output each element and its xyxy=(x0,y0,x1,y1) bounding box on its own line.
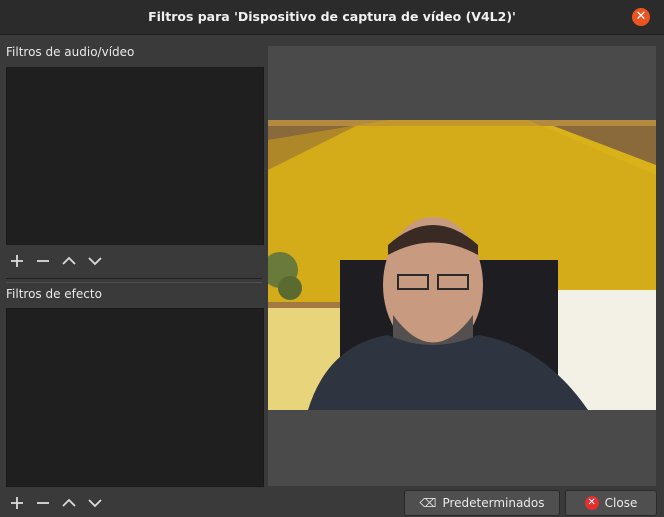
remove-audio-video-filter-button[interactable] xyxy=(32,250,54,272)
defaults-button[interactable]: ⌫ Predeterminados xyxy=(404,490,560,516)
close-button-label: Close xyxy=(604,496,638,510)
move-down-effect-filter-button[interactable] xyxy=(84,492,106,514)
title-bar: Filtros para 'Dispositivo de captura de … xyxy=(0,0,664,35)
close-button[interactable]: ✕ Close xyxy=(565,490,657,516)
chevron-down-icon xyxy=(88,499,102,508)
move-down-audio-video-filter-button[interactable] xyxy=(84,250,106,272)
effect-filters-list[interactable] xyxy=(6,308,264,487)
webcam-preview-image xyxy=(268,120,656,410)
chevron-down-icon xyxy=(88,257,102,266)
chevron-up-icon xyxy=(62,256,76,265)
effect-toolbar xyxy=(6,492,106,514)
chevron-up-icon xyxy=(62,498,76,507)
clear-icon: ⌫ xyxy=(419,496,437,510)
window-title: Filtros para 'Dispositivo de captura de … xyxy=(148,9,516,24)
video-preview-area xyxy=(268,46,656,486)
plus-icon xyxy=(11,497,23,509)
defaults-button-label: Predeterminados xyxy=(442,496,545,510)
add-effect-filter-button[interactable] xyxy=(6,492,28,514)
plus-icon xyxy=(11,255,23,267)
audio-video-toolbar xyxy=(6,250,106,272)
audio-video-filters-label: Filtros de audio/vídeo xyxy=(6,45,135,59)
panel-splitter[interactable] xyxy=(6,278,262,283)
remove-effect-filter-button[interactable] xyxy=(32,492,54,514)
close-icon: ✕ xyxy=(584,496,599,510)
move-up-effect-filter-button[interactable] xyxy=(58,492,80,514)
window-close-button[interactable]: ✕ xyxy=(632,8,650,26)
audio-video-filters-list[interactable] xyxy=(6,67,264,245)
move-up-audio-video-filter-button[interactable] xyxy=(58,250,80,272)
minus-icon xyxy=(37,502,49,504)
effect-filters-label: Filtros de efecto xyxy=(6,287,102,301)
add-audio-video-filter-button[interactable] xyxy=(6,250,28,272)
minus-icon xyxy=(37,260,49,262)
